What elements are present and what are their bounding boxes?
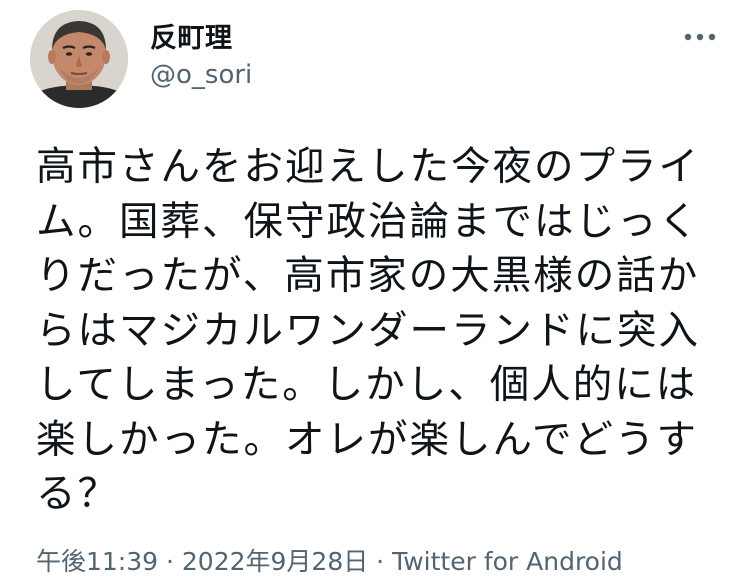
tweet-source-link[interactable]: Twitter for Android — [392, 547, 623, 576]
user-handle[interactable]: @o_sori — [150, 60, 252, 90]
tweet-card: 反町理 @o_sori 高市さんをお迎えした今夜のプライム。国葬、保守政治論まで… — [0, 0, 750, 586]
meta-separator: · — [368, 547, 393, 576]
tweet-text: 高市さんをお迎えした今夜のプライム。国葬、保守政治論まではじっくりだったが、高市… — [36, 144, 700, 517]
tweet-metadata: 午後11:39 · 2022年9月28日 · Twitter for Andro… — [36, 542, 623, 578]
more-horizontal-icon[interactable] — [682, 30, 718, 44]
tweet-time[interactable]: 午後11:39 — [36, 547, 158, 576]
avatar[interactable] — [30, 10, 128, 108]
meta-separator: · — [158, 547, 182, 576]
tweet-date[interactable]: 2022年9月28日 — [182, 547, 368, 576]
avatar-image — [30, 10, 128, 108]
display-name[interactable]: 反町理 — [150, 16, 233, 55]
